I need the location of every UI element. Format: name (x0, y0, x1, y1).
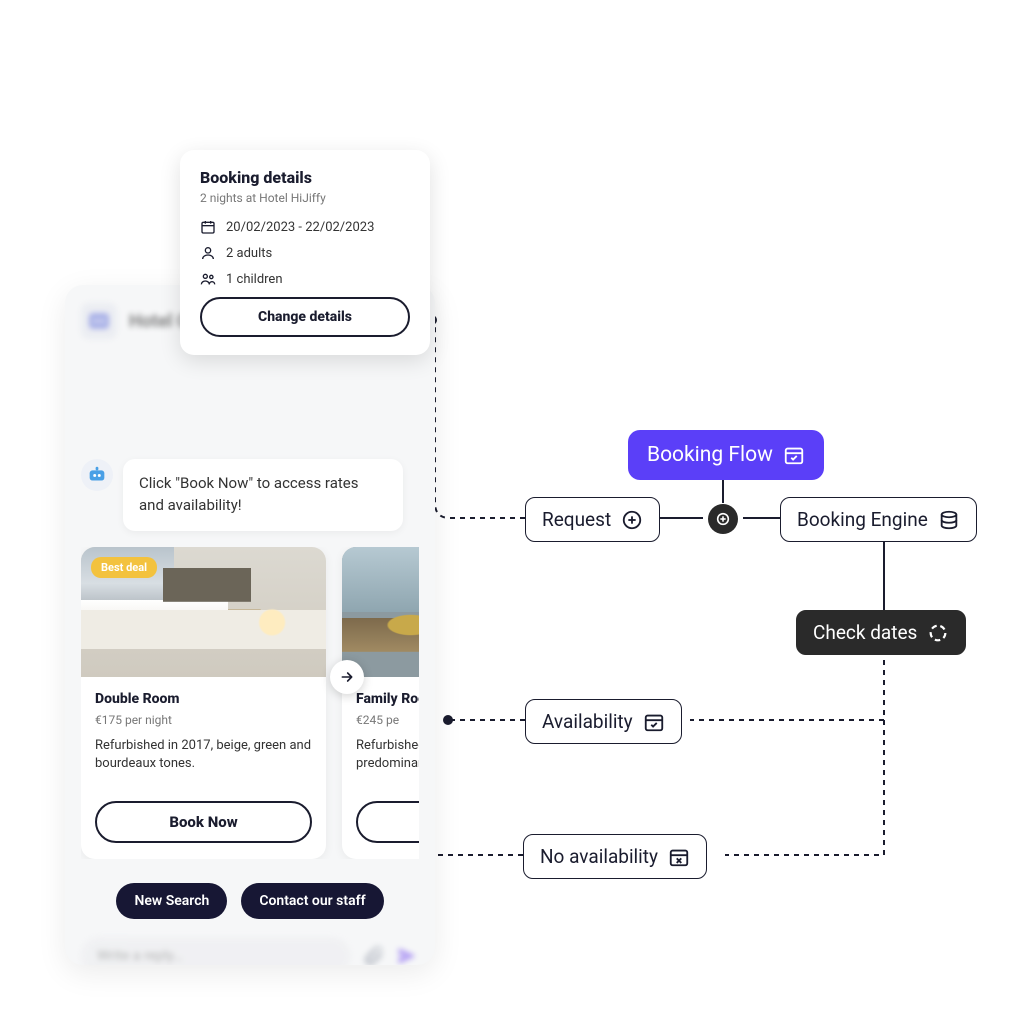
node-check-dates: Check dates (796, 610, 966, 655)
room-name: Family Room (356, 691, 419, 707)
database-icon (938, 509, 960, 531)
room-card: Family Room €245 pe Refurbished in 2… an… (342, 547, 419, 859)
plus-circle-icon (621, 509, 643, 531)
new-search-button[interactable]: New Search (116, 883, 227, 919)
room-price: €245 pe (356, 713, 419, 727)
node-label: No availability (540, 845, 658, 868)
book-now-button[interactable]: Book Now (95, 801, 312, 843)
book-now-button[interactable]: Bo (356, 801, 419, 843)
booking-details-card: Booking details 2 nights at Hotel HiJiff… (180, 150, 430, 355)
node-booking-flow: Booking Flow (628, 430, 824, 480)
calendar-x-icon (668, 846, 690, 868)
calendar-check-icon (783, 444, 805, 466)
node-request: Request (525, 497, 660, 542)
connector-endpoint (443, 715, 453, 725)
flow-junction (708, 504, 738, 534)
room-image (342, 547, 419, 677)
bot-avatar-icon (81, 459, 113, 491)
node-label: Booking Flow (647, 443, 773, 467)
booking-dates: 20/02/2023 - 22/02/2023 (200, 219, 410, 235)
node-label: Booking Engine (797, 508, 928, 531)
calendar-icon (200, 219, 216, 235)
node-label: Availability (542, 710, 633, 733)
room-card: Best deal Double Room €175 per night Ref… (81, 547, 326, 859)
room-cards: Best deal Double Room €175 per night Ref… (81, 547, 419, 859)
bot-message: Click "Book Now" to access rates and ava… (123, 459, 403, 531)
calendar-check-icon (643, 711, 665, 733)
person-icon (200, 245, 216, 261)
room-description: Refurbished in 2… and bourdeaux t… predo… (356, 737, 419, 773)
contact-staff-button[interactable]: Contact our staff (241, 883, 383, 919)
room-image: Best deal (81, 547, 326, 677)
node-label: Check dates (813, 621, 917, 644)
node-no-availability: No availability (523, 834, 707, 879)
brand-logo-icon (81, 303, 117, 339)
people-icon (200, 271, 216, 287)
node-availability: Availability (525, 699, 682, 744)
plus-icon (715, 511, 731, 527)
room-name: Double Room (95, 691, 312, 707)
send-icon[interactable] (395, 944, 419, 965)
room-price: €175 per night (95, 713, 312, 727)
booking-title: Booking details (200, 168, 410, 187)
node-booking-engine: Booking Engine (780, 497, 977, 542)
attachment-icon[interactable] (361, 944, 385, 965)
reply-bar: Write a reply… (81, 937, 419, 965)
node-label: Request (542, 508, 611, 531)
booking-children: 1 children (200, 271, 410, 287)
spinner-icon (927, 622, 949, 644)
chat-panel: Hotel C… Click "Book Now" to access rate… (65, 285, 435, 965)
chat-action-pills: New Search Contact our staff (81, 883, 419, 919)
booking-adults: 2 adults (200, 245, 410, 261)
next-card-button[interactable] (330, 660, 364, 694)
change-details-button[interactable]: Change details (200, 297, 410, 337)
reply-input[interactable]: Write a reply… (81, 937, 351, 965)
bot-message-row: Click "Book Now" to access rates and ava… (81, 459, 419, 531)
best-deal-badge: Best deal (91, 557, 157, 578)
booking-subtitle: 2 nights at Hotel HiJiffy (200, 191, 410, 205)
room-description: Refurbished in 2017, beige, green and bo… (95, 737, 312, 773)
